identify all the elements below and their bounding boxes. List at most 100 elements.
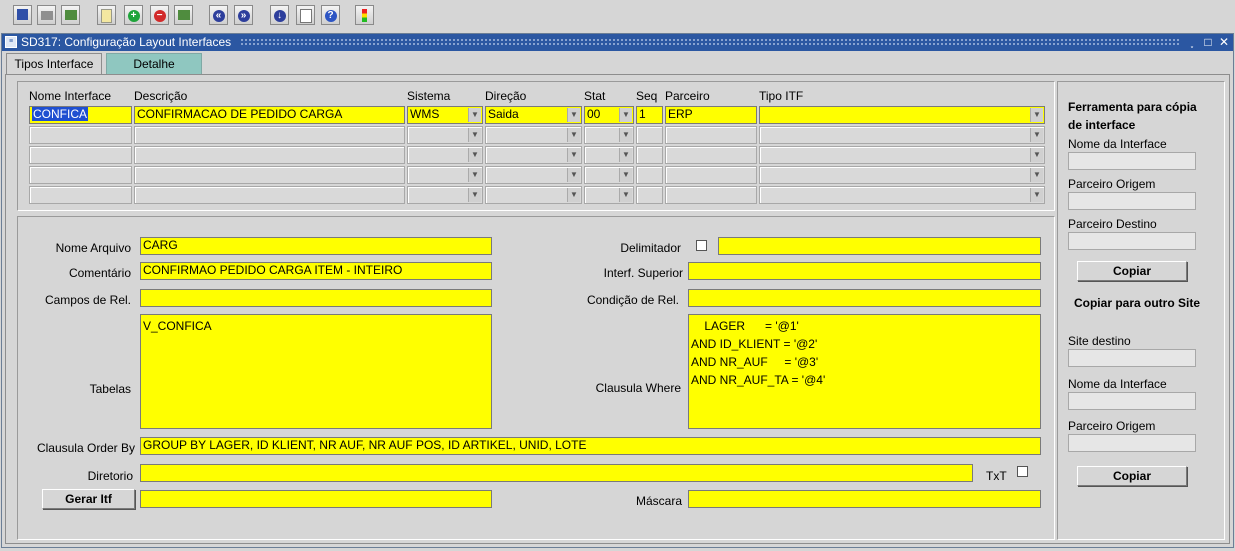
print-icon[interactable] xyxy=(37,5,56,25)
close-icon[interactable]: ✕ xyxy=(1217,34,1231,50)
table-row[interactable]: ▼ xyxy=(407,186,483,204)
mascara-field[interactable] xyxy=(688,490,1041,508)
table-row[interactable]: ▼ xyxy=(485,126,582,144)
table-row[interactable] xyxy=(665,146,757,164)
nome-interface-cell[interactable]: CONFICA xyxy=(29,106,132,124)
nome-interface-input[interactable] xyxy=(1068,152,1196,170)
copiar2-button[interactable]: Copiar xyxy=(1077,466,1187,486)
descricao-cell[interactable]: CONFIRMACAO DE PEDIDO CARGA xyxy=(134,106,405,124)
clausula-where-textarea[interactable]: LAGER = '@1' AND ID_KLIENT = '@2' AND NR… xyxy=(688,314,1041,429)
table-row[interactable] xyxy=(29,186,132,204)
chevron-down-icon[interactable]: ▼ xyxy=(567,148,580,162)
table-row[interactable]: ▼ xyxy=(485,146,582,164)
site-destino-input[interactable] xyxy=(1068,349,1196,367)
comentario-field[interactable]: CONFIRMAO PEDIDO CARGA ITEM - INTEIRO xyxy=(140,262,492,280)
chevron-down-icon[interactable]: ▼ xyxy=(619,188,632,202)
sistema-select[interactable]: WMS ▼ xyxy=(407,106,483,124)
tabelas-textarea[interactable]: V_CONFICA xyxy=(140,314,492,429)
chevron-down-icon[interactable]: ▼ xyxy=(1030,148,1043,162)
refresh-icon[interactable] xyxy=(174,5,193,25)
maximize-icon[interactable]: □ xyxy=(1201,34,1215,50)
chevron-down-icon[interactable]: ▼ xyxy=(468,108,481,122)
window-titlebar[interactable]: ≡ SD317: Configuração Layout Interfaces … xyxy=(2,34,1233,51)
table-row[interactable]: ▼ xyxy=(584,126,634,144)
chevron-down-icon[interactable]: ▼ xyxy=(468,168,481,182)
delimitador-field[interactable] xyxy=(718,237,1041,255)
txt-checkbox[interactable] xyxy=(1017,466,1028,477)
table-row[interactable] xyxy=(665,166,757,184)
chevron-down-icon[interactable]: ▼ xyxy=(567,108,580,122)
chevron-down-icon[interactable]: ▼ xyxy=(1030,188,1043,202)
table-row[interactable]: ▼ xyxy=(407,166,483,184)
parceiro-destino-input[interactable] xyxy=(1068,232,1196,250)
chevron-down-icon[interactable]: ▼ xyxy=(1030,128,1043,142)
table-row[interactable] xyxy=(29,146,132,164)
seq-cell[interactable]: 1 xyxy=(636,106,663,124)
table-row[interactable]: ▼ xyxy=(759,186,1045,204)
table-row[interactable] xyxy=(665,126,757,144)
stat-select[interactable]: 00 ▼ xyxy=(584,106,634,124)
table-row[interactable]: ▼ xyxy=(485,166,582,184)
parceiro-origem-input[interactable] xyxy=(1068,192,1196,210)
chevron-down-icon[interactable]: ▼ xyxy=(619,108,632,122)
gerar-itf-button[interactable]: Gerar Itf xyxy=(42,489,135,509)
chevron-down-icon[interactable]: ▼ xyxy=(567,168,580,182)
tipo-itf-select[interactable]: ▼ xyxy=(759,106,1045,124)
previous-icon[interactable]: « xyxy=(209,5,228,25)
down-icon[interactable]: ↓ xyxy=(270,5,289,25)
table-row[interactable]: ▼ xyxy=(485,186,582,204)
nome-arquivo-field[interactable]: CARG xyxy=(140,237,492,255)
add-icon[interactable]: + xyxy=(124,5,143,25)
table-row[interactable]: ▼ xyxy=(407,126,483,144)
chevron-down-icon[interactable]: ▼ xyxy=(619,168,632,182)
edit-icon[interactable] xyxy=(296,5,315,25)
table-row[interactable] xyxy=(636,146,663,164)
direcao-select[interactable]: Saida ▼ xyxy=(485,106,582,124)
tab-tipos-interface[interactable]: Tipos Interface xyxy=(6,53,102,74)
table-row[interactable] xyxy=(665,186,757,204)
remove-icon[interactable]: − xyxy=(150,5,169,25)
delimitador-checkbox[interactable] xyxy=(696,240,707,251)
table-row[interactable]: ▼ xyxy=(584,166,634,184)
table-row[interactable]: ▼ xyxy=(759,126,1045,144)
table-row[interactable] xyxy=(134,146,405,164)
chevron-down-icon[interactable]: ▼ xyxy=(468,148,481,162)
chevron-down-icon[interactable]: ▼ xyxy=(468,128,481,142)
table-row[interactable]: ▼ xyxy=(759,166,1045,184)
run-icon[interactable] xyxy=(61,5,80,25)
chevron-down-icon[interactable]: ▼ xyxy=(619,128,632,142)
parceiro-origem2-input[interactable] xyxy=(1068,434,1196,452)
minimize-icon[interactable]: ˯ xyxy=(1185,34,1199,50)
traffic-light-icon[interactable] xyxy=(355,5,374,25)
order-by-field[interactable]: GROUP BY LAGER, ID KLIENT, NR AUF, NR AU… xyxy=(140,437,1041,455)
help-icon[interactable]: ? xyxy=(321,5,340,25)
interf-superior-field[interactable] xyxy=(688,262,1041,280)
table-row[interactable] xyxy=(134,126,405,144)
table-row[interactable]: ▼ xyxy=(584,186,634,204)
diretorio-field[interactable] xyxy=(140,464,973,482)
copiar-button[interactable]: Copiar xyxy=(1077,261,1187,281)
table-row[interactable]: ▼ xyxy=(584,146,634,164)
tab-detalhe[interactable]: Detalhe xyxy=(106,53,202,74)
chevron-down-icon[interactable]: ▼ xyxy=(1030,108,1043,122)
save-icon[interactable] xyxy=(13,5,32,25)
table-row[interactable]: ▼ xyxy=(407,146,483,164)
table-row[interactable] xyxy=(636,166,663,184)
campos-rel-field[interactable] xyxy=(140,289,492,307)
condicao-rel-field[interactable] xyxy=(688,289,1041,307)
table-row[interactable] xyxy=(29,126,132,144)
table-row[interactable] xyxy=(636,126,663,144)
table-row[interactable] xyxy=(134,186,405,204)
chevron-down-icon[interactable]: ▼ xyxy=(567,188,580,202)
new-icon[interactable] xyxy=(97,5,116,25)
next-icon[interactable]: » xyxy=(234,5,253,25)
table-row[interactable] xyxy=(134,166,405,184)
chevron-down-icon[interactable]: ▼ xyxy=(567,128,580,142)
table-row[interactable] xyxy=(636,186,663,204)
chevron-down-icon[interactable]: ▼ xyxy=(468,188,481,202)
gerar-itf-field[interactable] xyxy=(140,490,492,508)
parceiro-cell[interactable]: ERP xyxy=(665,106,757,124)
table-row[interactable] xyxy=(29,166,132,184)
chevron-down-icon[interactable]: ▼ xyxy=(1030,168,1043,182)
chevron-down-icon[interactable]: ▼ xyxy=(619,148,632,162)
